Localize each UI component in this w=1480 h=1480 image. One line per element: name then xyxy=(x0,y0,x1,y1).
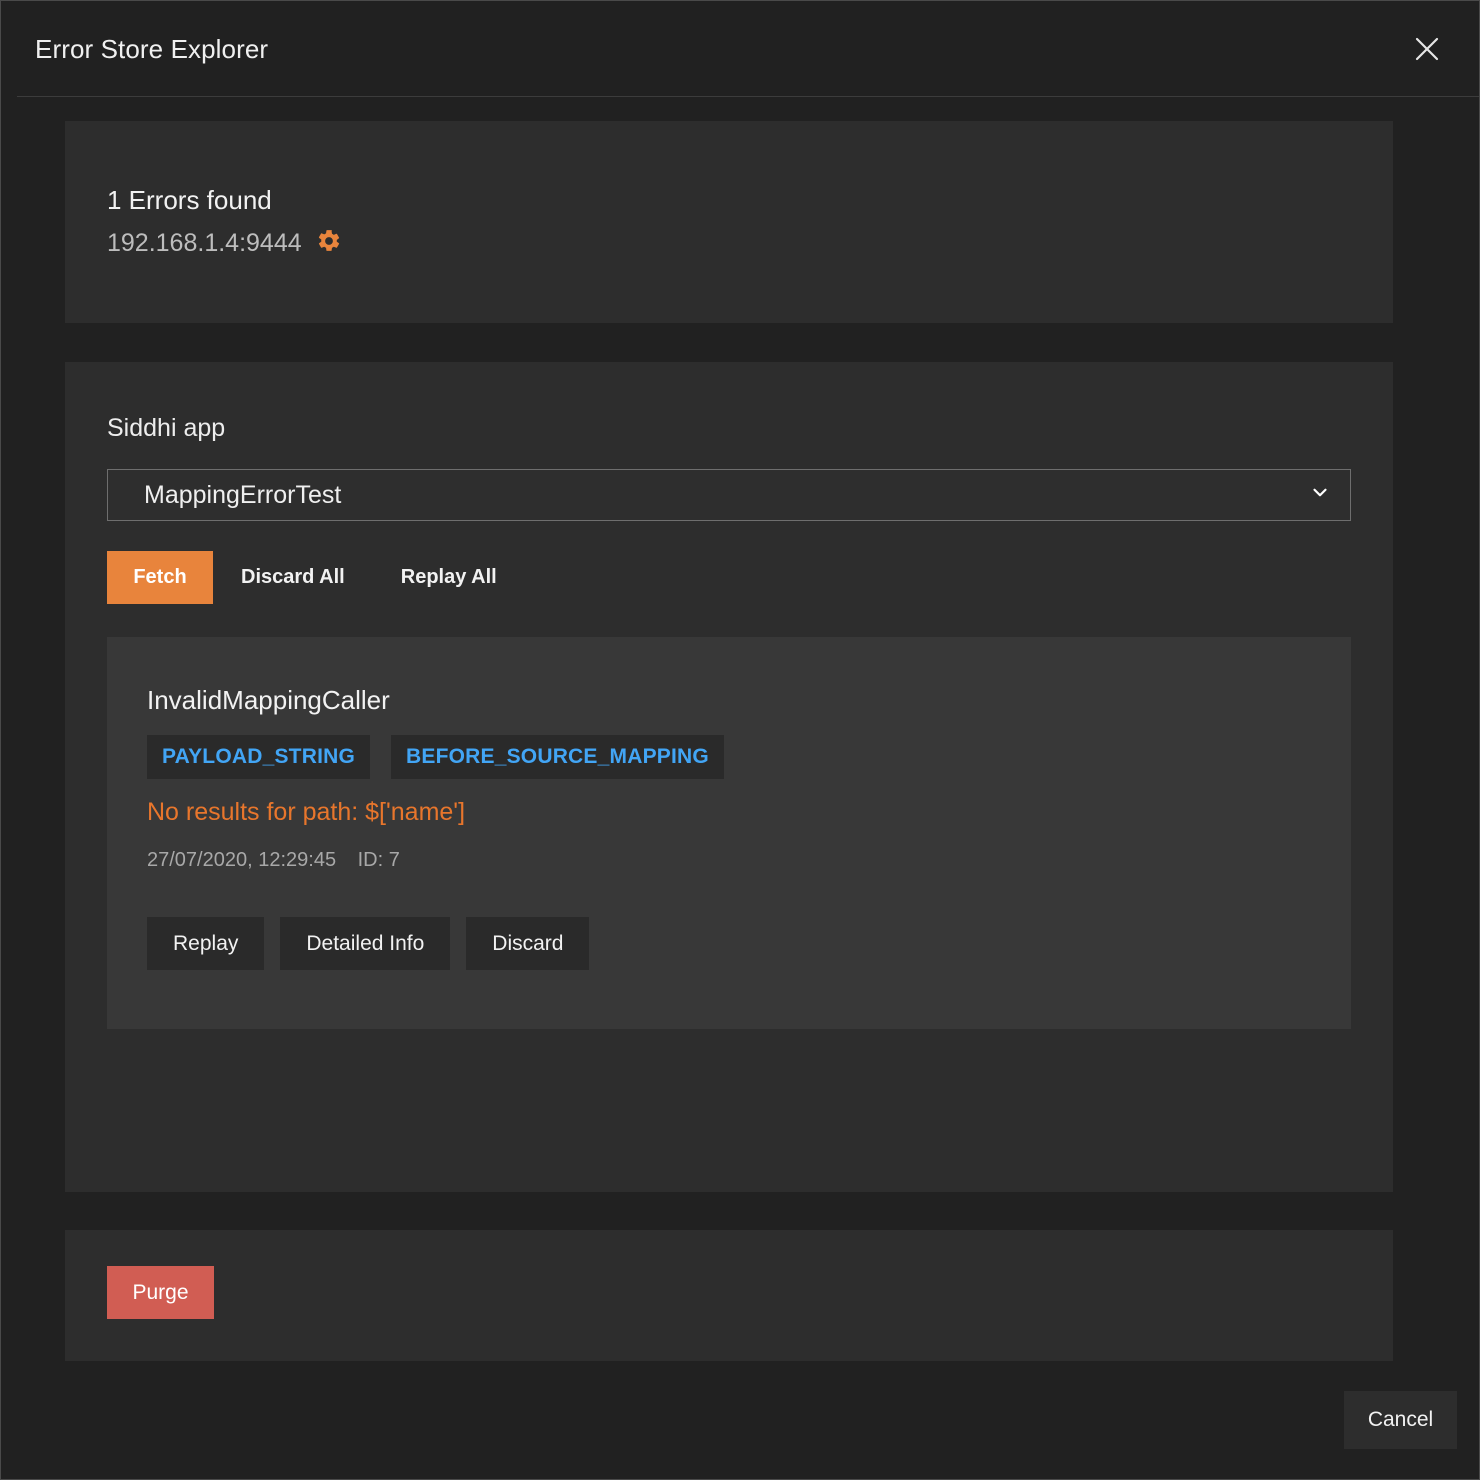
main-panel: Siddhi app MappingErrorTest Fetch Discar… xyxy=(65,362,1393,1192)
dialog-header: Error Store Explorer xyxy=(1,1,1479,97)
purge-button[interactable]: Purge xyxy=(107,1266,214,1319)
replay-button[interactable]: Replay xyxy=(147,917,265,970)
siddhi-app-select-wrapper: MappingErrorTest xyxy=(107,469,1351,521)
gear-icon[interactable] xyxy=(316,228,342,259)
host-row: 192.168.1.4:9444 xyxy=(107,228,1393,259)
error-meta: 27/07/2020, 12:29:45 ID: 7 xyxy=(147,849,1351,872)
host-address: 192.168.1.4:9444 xyxy=(107,229,302,257)
main-action-buttons: Fetch Discard All Replay All xyxy=(107,551,1351,604)
detailed-info-button[interactable]: Detailed Info xyxy=(280,917,451,970)
error-chip-before-source-mapping: BEFORE_SOURCE_MAPPING xyxy=(391,735,724,779)
error-card-actions: Replay Detailed Info Discard xyxy=(147,917,1351,970)
error-entry-card: InvalidMappingCaller PAYLOAD_STRING BEFO… xyxy=(107,637,1351,1029)
error-timestamp: 27/07/2020, 12:29:45 xyxy=(147,849,337,871)
siddhi-app-label: Siddhi app xyxy=(107,414,226,442)
discard-button[interactable]: Discard xyxy=(466,917,590,970)
close-button[interactable] xyxy=(1403,25,1451,73)
error-id: ID: 7 xyxy=(357,849,400,871)
discard-all-button[interactable]: Discard All xyxy=(213,551,373,604)
error-chip-payload-string: PAYLOAD_STRING xyxy=(147,735,370,779)
dialog-footer: Cancel xyxy=(1,1361,1479,1479)
error-message: No results for path: $['name'] xyxy=(147,798,466,826)
cancel-button[interactable]: Cancel xyxy=(1344,1391,1457,1449)
dialog-body: 1 Errors found 192.168.1.4:9444 Siddhi a… xyxy=(1,97,1479,1361)
purge-panel: Purge xyxy=(65,1230,1393,1361)
error-store-explorer-dialog: Error Store Explorer 1 Errors found 192.… xyxy=(0,0,1480,1480)
header-divider xyxy=(17,96,1479,97)
error-source-name: InvalidMappingCaller xyxy=(147,685,390,715)
summary-panel: 1 Errors found 192.168.1.4:9444 xyxy=(65,121,1393,323)
error-chip-list: PAYLOAD_STRING BEFORE_SOURCE_MAPPING xyxy=(147,735,1351,779)
siddhi-app-select[interactable]: MappingErrorTest xyxy=(107,469,1351,521)
page-title: Error Store Explorer xyxy=(35,33,269,64)
errors-found-count: 1 Errors found xyxy=(107,185,272,215)
fetch-button[interactable]: Fetch xyxy=(107,551,213,604)
replay-all-button[interactable]: Replay All xyxy=(373,551,525,604)
close-icon xyxy=(1412,34,1442,64)
